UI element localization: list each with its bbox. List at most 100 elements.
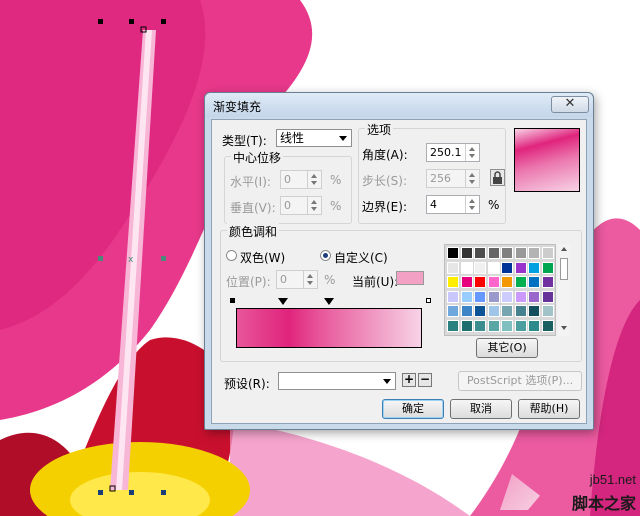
- palette-swatch[interactable]: [528, 276, 540, 288]
- palette-swatch[interactable]: [460, 247, 473, 259]
- palette-swatch[interactable]: [487, 290, 500, 303]
- close-icon: ✕: [564, 96, 576, 111]
- custom-label[interactable]: 自定义(C): [334, 249, 388, 266]
- palette-swatch[interactable]: [487, 319, 500, 332]
- palette-swatch[interactable]: [541, 290, 554, 303]
- horizontal-input[interactable]: 0: [280, 170, 322, 189]
- position-spinner[interactable]: [303, 271, 317, 288]
- steps-input[interactable]: 256: [426, 169, 480, 188]
- gradient-ramp[interactable]: [236, 308, 422, 348]
- postscript-options-label: PostScript 选项(P)...: [466, 374, 574, 387]
- palette-swatch[interactable]: [474, 261, 486, 274]
- palette-swatch[interactable]: [487, 247, 500, 259]
- position-input[interactable]: 0: [276, 270, 318, 289]
- palette-swatch[interactable]: [474, 319, 486, 332]
- palette-swatch[interactable]: [501, 305, 513, 317]
- palette-swatch[interactable]: [487, 261, 500, 274]
- palette-swatch[interactable]: [514, 290, 527, 303]
- help-button[interactable]: 帮助(H): [518, 399, 580, 419]
- edge-input[interactable]: 4: [426, 195, 480, 214]
- scroll-thumb[interactable]: [560, 258, 568, 280]
- two-color-radio[interactable]: [226, 250, 237, 261]
- palette-swatch[interactable]: [474, 247, 486, 259]
- palette-swatch[interactable]: [528, 319, 540, 332]
- palette-swatch[interactable]: [447, 261, 459, 274]
- palette-swatch[interactable]: [460, 305, 473, 317]
- palette-swatch[interactable]: [460, 319, 473, 332]
- end-marker[interactable]: [426, 298, 431, 303]
- palette-swatch[interactable]: [447, 276, 459, 288]
- vertical-value: 0: [284, 199, 291, 212]
- palette-swatch[interactable]: [514, 305, 527, 317]
- remove-preset-button[interactable]: −: [418, 373, 432, 387]
- palette-swatch[interactable]: [514, 261, 527, 274]
- palette-swatch[interactable]: [501, 247, 513, 259]
- vertical-input[interactable]: 0: [280, 196, 322, 215]
- postscript-options-button[interactable]: PostScript 选项(P)...: [458, 371, 582, 391]
- type-select[interactable]: 线性: [276, 129, 352, 147]
- palette-swatch[interactable]: [501, 276, 513, 288]
- palette-swatch[interactable]: [474, 290, 486, 303]
- midpoint-marker-1[interactable]: [278, 298, 288, 305]
- palette-swatch[interactable]: [474, 276, 486, 288]
- help-button-label: 帮助(H): [529, 402, 569, 415]
- preset-label: 预设(R):: [224, 377, 270, 391]
- palette-swatch[interactable]: [460, 290, 473, 303]
- palette-swatch[interactable]: [487, 305, 500, 317]
- minus-icon: −: [419, 372, 431, 386]
- preset-select[interactable]: [278, 372, 396, 390]
- palette-swatch[interactable]: [487, 276, 500, 288]
- palette-swatch[interactable]: [501, 261, 513, 274]
- close-button[interactable]: ✕: [551, 96, 589, 113]
- palette-swatch[interactable]: [541, 247, 554, 259]
- palette-swatch[interactable]: [541, 276, 554, 288]
- palette-swatch[interactable]: [447, 319, 459, 332]
- other-button[interactable]: 其它(O): [476, 338, 538, 358]
- color-palette[interactable]: [444, 244, 556, 336]
- cancel-button[interactable]: 取消: [450, 399, 512, 419]
- edge-spinner[interactable]: [465, 196, 479, 213]
- palette-swatch[interactable]: [528, 261, 540, 274]
- horizontal-spinner[interactable]: [307, 171, 321, 188]
- angle-spinner[interactable]: [465, 144, 479, 161]
- ok-button[interactable]: 确定: [382, 399, 444, 419]
- palette-swatch[interactable]: [514, 319, 527, 332]
- palette-swatch[interactable]: [460, 276, 473, 288]
- add-preset-button[interactable]: +: [402, 373, 416, 387]
- lock-button[interactable]: [490, 169, 505, 186]
- angle-input[interactable]: 250.1: [426, 143, 480, 162]
- steps-spinner[interactable]: [465, 170, 479, 187]
- horizontal-unit: %: [330, 173, 342, 187]
- vertical-spinner[interactable]: [307, 197, 321, 214]
- palette-swatch[interactable]: [514, 276, 527, 288]
- color-blend-title: 颜色调和: [227, 223, 280, 240]
- palette-swatch[interactable]: [541, 305, 554, 317]
- watermark-name: 脚本之家: [571, 494, 636, 513]
- palette-swatch[interactable]: [501, 319, 513, 332]
- palette-swatch[interactable]: [528, 247, 540, 259]
- palette-swatch[interactable]: [514, 247, 527, 259]
- midpoint-marker-2[interactable]: [324, 298, 334, 305]
- palette-swatch[interactable]: [528, 305, 540, 317]
- scroll-down-icon[interactable]: [561, 326, 567, 330]
- center-offset-title: 中心位移: [231, 149, 284, 166]
- palette-swatch[interactable]: [501, 290, 513, 303]
- palette-swatch[interactable]: [541, 319, 554, 332]
- palette-swatch[interactable]: [447, 290, 459, 303]
- custom-radio[interactable]: [320, 250, 331, 261]
- scroll-up-icon[interactable]: [561, 247, 567, 251]
- palette-swatch[interactable]: [541, 261, 554, 274]
- palette-swatch[interactable]: [460, 261, 473, 274]
- palette-swatch[interactable]: [474, 305, 486, 317]
- current-color-swatch[interactable]: [396, 271, 424, 285]
- palette-swatch[interactable]: [447, 305, 459, 317]
- dialog-titlebar[interactable]: 渐变填充 ✕: [205, 93, 593, 117]
- palette-swatch[interactable]: [447, 247, 459, 259]
- start-marker[interactable]: [230, 298, 235, 303]
- vertical-label: 垂直(V):: [230, 201, 276, 215]
- gradient-preview: [514, 128, 580, 192]
- palette-swatch[interactable]: [528, 290, 540, 303]
- palette-scrollbar[interactable]: [558, 244, 570, 336]
- two-color-label[interactable]: 双色(W): [240, 249, 285, 266]
- watermark: jb51.net 脚本之家: [552, 468, 640, 516]
